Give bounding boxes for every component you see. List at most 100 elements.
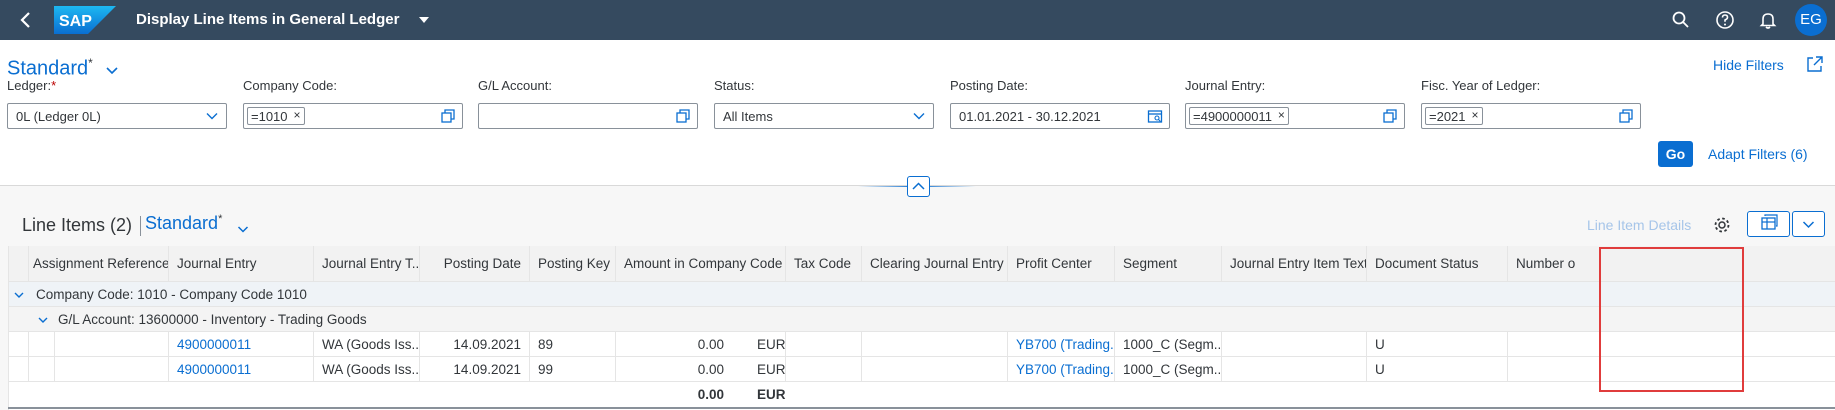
column-header-assignment-reference[interactable]: Assignment Reference xyxy=(29,246,169,282)
filter-posting-date: Posting Date: 01.01.2021 - 30.12.2021 xyxy=(950,78,1170,129)
user-avatar[interactable]: EG xyxy=(1795,4,1827,36)
assignment-reference-cell xyxy=(55,357,169,382)
table-variant-selector[interactable]: Standard* xyxy=(145,213,222,234)
journal-entry-input[interactable]: =4900000011 × xyxy=(1185,103,1405,129)
column-header-segment[interactable]: Segment xyxy=(1115,246,1222,282)
profit-center-link[interactable]: YB700 (Trading... xyxy=(1008,332,1115,357)
chevron-down-icon[interactable] xyxy=(911,108,927,124)
value-help-icon[interactable] xyxy=(440,108,456,124)
segment-cell: 1000_C (Segm... xyxy=(1115,357,1222,382)
chevron-down-icon[interactable] xyxy=(37,314,49,326)
table-row[interactable]: 4900000011 WA (Goods Iss... 14.09.2021 9… xyxy=(9,357,1835,382)
table-title: Line Items (2) xyxy=(22,215,133,235)
chevron-down-icon[interactable] xyxy=(236,222,250,236)
column-header-tax-code[interactable]: Tax Code xyxy=(786,246,862,282)
group-row-company-code[interactable]: Company Code: 1010 - Company Code 1010 xyxy=(9,282,1835,307)
journal-entry-type-cell: WA (Goods Iss... xyxy=(314,357,420,382)
item-text-cell xyxy=(1222,332,1367,357)
currency-cell: EUR xyxy=(749,357,786,382)
variant-modified-marker: * xyxy=(88,56,93,70)
column-header-amount[interactable]: Amount in Company Code ... xyxy=(616,246,786,282)
calendar-icon[interactable] xyxy=(1147,108,1163,124)
app-title[interactable]: Display Line Items in General Ledger xyxy=(136,11,399,28)
chevron-down-icon[interactable] xyxy=(204,108,220,124)
header-divider xyxy=(858,186,1835,187)
posting-date-input[interactable]: 01.01.2021 - 30.12.2021 xyxy=(950,103,1170,129)
variant-modified-marker: * xyxy=(218,213,223,225)
chevron-down-icon[interactable] xyxy=(104,62,120,78)
amount-cell: 0.00 xyxy=(697,362,724,377)
journal-entry-link[interactable]: 4900000011 xyxy=(169,357,314,382)
journal-entry-token[interactable]: =4900000011 × xyxy=(1189,107,1289,125)
table-variant-name: Standard xyxy=(145,213,219,233)
group-row-gl-account[interactable]: G/L Account: 13600000 - Inventory - Trad… xyxy=(9,307,1835,332)
table-bottom-border xyxy=(8,407,1835,409)
gl-account-input[interactable] xyxy=(478,103,698,129)
back-icon[interactable] xyxy=(14,8,38,32)
adapt-filters-link[interactable]: Adapt Filters (6) xyxy=(1708,146,1808,162)
ledger-select[interactable]: 0L (Ledger 0L) xyxy=(7,103,227,129)
journal-entry-type-cell: WA (Goods Iss... xyxy=(314,332,420,357)
status-select[interactable]: All Items xyxy=(714,103,934,129)
column-header-journal-entry-type[interactable]: Journal Entry T... xyxy=(314,246,420,282)
sap-logo[interactable]: SAP xyxy=(54,6,116,34)
profit-center-link[interactable]: YB700 (Trading... xyxy=(1008,357,1115,382)
token-remove-icon[interactable]: × xyxy=(294,108,301,122)
share-icon[interactable] xyxy=(1806,55,1824,73)
token-remove-icon[interactable]: × xyxy=(1278,108,1285,122)
column-header-number[interactable]: Number o xyxy=(1508,246,1588,282)
row-selector-header[interactable] xyxy=(9,246,29,282)
value-help-icon[interactable] xyxy=(675,108,691,124)
row-selector[interactable] xyxy=(9,332,29,357)
indent-cell xyxy=(29,332,55,357)
posting-date-cell: 14.09.2021 xyxy=(420,357,530,382)
fiscal-year-token[interactable]: =2021 × xyxy=(1425,107,1483,125)
total-amount: 0.00 xyxy=(697,387,724,402)
group-label: G/L Account: 13600000 - Inventory - Trad… xyxy=(58,312,367,327)
collapse-header-button[interactable] xyxy=(907,176,930,197)
value-help-icon[interactable] xyxy=(1618,108,1634,124)
token-text: =2021 xyxy=(1429,109,1466,124)
company-code-token[interactable]: =1010 × xyxy=(247,107,305,125)
row-selector[interactable] xyxy=(9,357,29,382)
value-help-icon[interactable] xyxy=(1382,108,1398,124)
company-code-input[interactable]: =1010 × xyxy=(243,103,463,129)
filter-label: G/L Account: xyxy=(478,78,552,93)
help-icon[interactable] xyxy=(1714,9,1736,31)
line-items-table: Assignment Reference Journal Entry Journ… xyxy=(8,246,1835,410)
gear-icon[interactable] xyxy=(1712,215,1732,235)
caret-down-icon[interactable] xyxy=(418,14,430,26)
posting-date-value: 01.01.2021 - 30.12.2021 xyxy=(959,109,1101,124)
column-header-profit-center[interactable]: Profit Center xyxy=(1008,246,1115,282)
export-button[interactable] xyxy=(1747,211,1790,237)
indent-cell xyxy=(29,357,55,382)
tax-code-cell xyxy=(786,332,862,357)
total-row: 0.00 EUR xyxy=(9,382,1835,407)
column-header-posting-key[interactable]: Posting Key xyxy=(530,246,616,282)
table-row[interactable]: 4900000011 WA (Goods Iss... 14.09.2021 8… xyxy=(9,332,1835,357)
posting-date-cell: 14.09.2021 xyxy=(420,332,530,357)
fiscal-year-input[interactable]: =2021 × xyxy=(1421,103,1641,129)
variant-selector[interactable]: Standard* xyxy=(7,56,93,81)
filter-gl-account: G/L Account: xyxy=(478,78,698,129)
journal-entry-link[interactable]: 4900000011 xyxy=(169,332,314,357)
column-header-clearing-journal-entry[interactable]: Clearing Journal Entry xyxy=(862,246,1008,282)
document-status-cell: U xyxy=(1367,332,1508,357)
column-header-posting-date[interactable]: Posting Date xyxy=(420,246,530,282)
line-item-details-button[interactable]: Line Item Details xyxy=(1587,217,1691,233)
sap-logo-text: SAP xyxy=(59,13,92,30)
column-header-journal-entry[interactable]: Journal Entry xyxy=(169,246,314,282)
filter-label: Company Code: xyxy=(243,78,337,93)
column-header-document-status[interactable]: Document Status xyxy=(1367,246,1508,282)
search-icon[interactable] xyxy=(1670,9,1692,31)
column-header-journal-entry-item-text[interactable]: Journal Entry Item Text xyxy=(1222,246,1367,282)
token-remove-icon[interactable]: × xyxy=(1472,108,1479,122)
go-button[interactable]: Go xyxy=(1658,141,1693,167)
export-menu-button[interactable] xyxy=(1792,211,1825,237)
bell-icon[interactable] xyxy=(1757,9,1779,31)
posting-key-cell: 99 xyxy=(530,357,616,382)
chevron-down-icon[interactable] xyxy=(13,289,25,301)
filter-company-code: Company Code: =1010 × xyxy=(243,78,463,129)
tax-code-cell xyxy=(786,357,862,382)
hide-filters-link[interactable]: Hide Filters xyxy=(1713,57,1784,73)
